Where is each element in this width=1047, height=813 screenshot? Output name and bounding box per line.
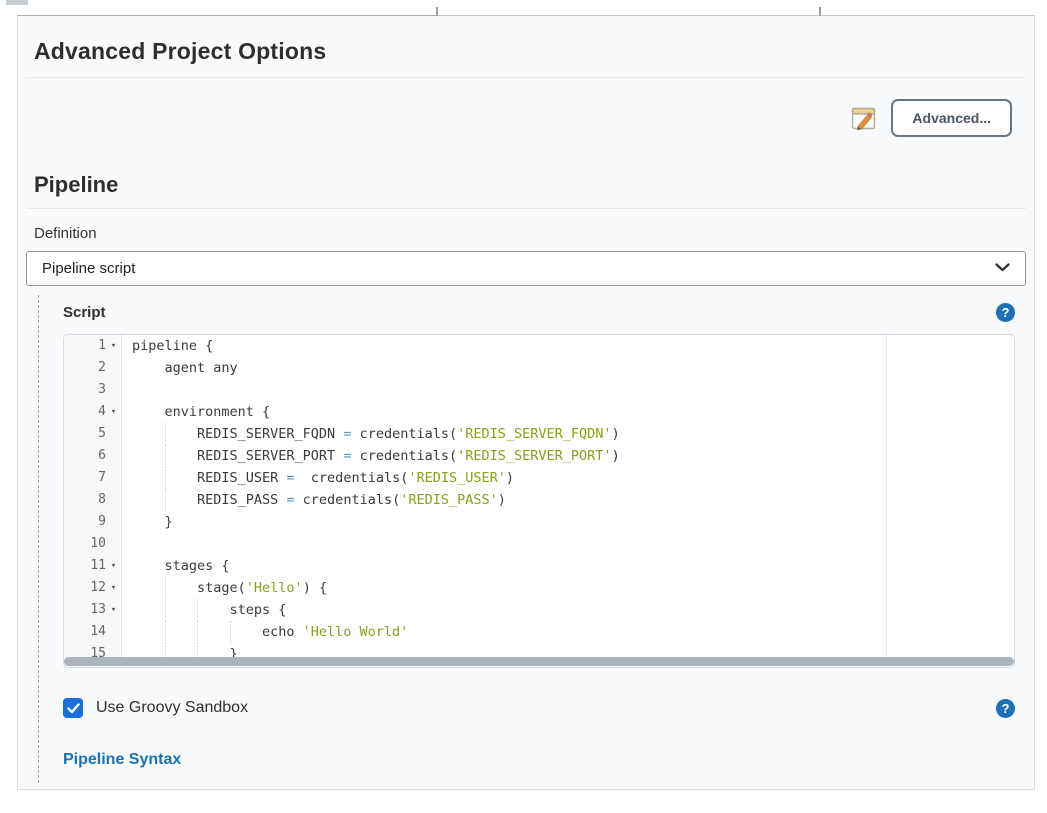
- advanced-options-row: Advanced...: [18, 98, 1012, 138]
- edit-description-icon[interactable]: [850, 105, 878, 131]
- fold-arrow-icon[interactable]: ▾: [106, 555, 121, 577]
- code-line[interactable]: 4▾environment {: [64, 401, 1014, 423]
- line-number: 2: [64, 357, 122, 379]
- code-line[interactable]: 6REDIS_SERVER_PORT = credentials('REDIS_…: [64, 445, 1014, 467]
- fold-arrow-icon[interactable]: ▾: [106, 599, 121, 621]
- code-editor[interactable]: 1▾pipeline {2agent any34▾environment {5R…: [63, 334, 1015, 668]
- code-line[interactable]: 3: [64, 379, 1014, 401]
- code-line[interactable]: 5REDIS_SERVER_FQDN = credentials('REDIS_…: [64, 423, 1014, 445]
- code-line[interactable]: 7REDIS_USER = credentials('REDIS_USER'): [64, 467, 1014, 489]
- code-line[interactable]: 11▾stages {: [64, 555, 1014, 577]
- line-number: 10: [64, 533, 122, 555]
- section-divider: [26, 77, 1026, 78]
- config-panel: Advanced Project Options Advanced... Pip…: [17, 16, 1035, 790]
- line-number: 7: [64, 467, 122, 489]
- window-fragment: [6, 0, 28, 5]
- code-line[interactable]: 13▾steps {: [64, 599, 1014, 621]
- fold-arrow-icon[interactable]: ▾: [106, 577, 121, 599]
- fold-arrow-icon[interactable]: ▾: [106, 335, 121, 357]
- advanced-button[interactable]: Advanced...: [891, 99, 1012, 137]
- code-line[interactable]: 10: [64, 533, 1014, 555]
- pipeline-syntax-link[interactable]: Pipeline Syntax: [63, 751, 181, 769]
- code-line[interactable]: 12▾stage('Hello') {: [64, 577, 1014, 599]
- groovy-sandbox-option[interactable]: Use Groovy Sandbox: [63, 698, 248, 718]
- line-number: 9: [64, 511, 122, 533]
- line-number: 6: [64, 445, 122, 467]
- pipeline-section-title: Pipeline: [34, 172, 1034, 198]
- line-number: 15: [64, 643, 122, 657]
- code-line[interactable]: 2agent any: [64, 357, 1014, 379]
- section-divider: [26, 208, 1026, 209]
- pipeline-definition-section: Script ? 1▾pipeline {2agent any34▾enviro…: [38, 295, 1034, 783]
- groovy-sandbox-checkbox[interactable]: [63, 698, 83, 718]
- line-number: 12▾: [64, 577, 122, 599]
- chevron-down-icon: [994, 260, 1011, 278]
- line-number: 1▾: [64, 335, 122, 357]
- definition-select[interactable]: Pipeline script: [26, 251, 1026, 286]
- definition-label: Definition: [34, 225, 1034, 242]
- horizontal-scrollbar[interactable]: [64, 657, 1014, 667]
- sandbox-help-icon[interactable]: ?: [996, 699, 1015, 718]
- definition-select-value: Pipeline script: [42, 260, 135, 277]
- fold-arrow-icon[interactable]: ▾: [106, 401, 121, 423]
- line-number: 4▾: [64, 401, 122, 423]
- script-help-icon[interactable]: ?: [996, 303, 1015, 322]
- line-number: 5: [64, 423, 122, 445]
- code-editor-lines[interactable]: 1▾pipeline {2agent any34▾environment {5R…: [64, 335, 1014, 657]
- line-number: 3: [64, 379, 122, 401]
- script-label: Script: [63, 304, 106, 321]
- code-line[interactable]: 8REDIS_PASS = credentials('REDIS_PASS'): [64, 489, 1014, 511]
- script-row: Script ?: [63, 298, 1015, 326]
- line-number: 14: [64, 621, 122, 643]
- code-line[interactable]: 9}: [64, 511, 1014, 533]
- jenkins-config-page: Advanced Project Options Advanced... Pip…: [0, 0, 1047, 813]
- code-line[interactable]: 15}: [64, 643, 1014, 657]
- scrollbar-thumb[interactable]: [64, 657, 1014, 666]
- code-line[interactable]: 14echo 'Hello World': [64, 621, 1014, 643]
- sandbox-label: Use Groovy Sandbox: [96, 699, 248, 717]
- column-ruler: [886, 335, 887, 657]
- line-number: 13▾: [64, 599, 122, 621]
- line-number: 8: [64, 489, 122, 511]
- code-line[interactable]: 1▾pipeline {: [64, 335, 1014, 357]
- line-number: 11▾: [64, 555, 122, 577]
- sandbox-row: Use Groovy Sandbox ?: [63, 698, 1015, 718]
- page-title: Advanced Project Options: [34, 38, 1034, 65]
